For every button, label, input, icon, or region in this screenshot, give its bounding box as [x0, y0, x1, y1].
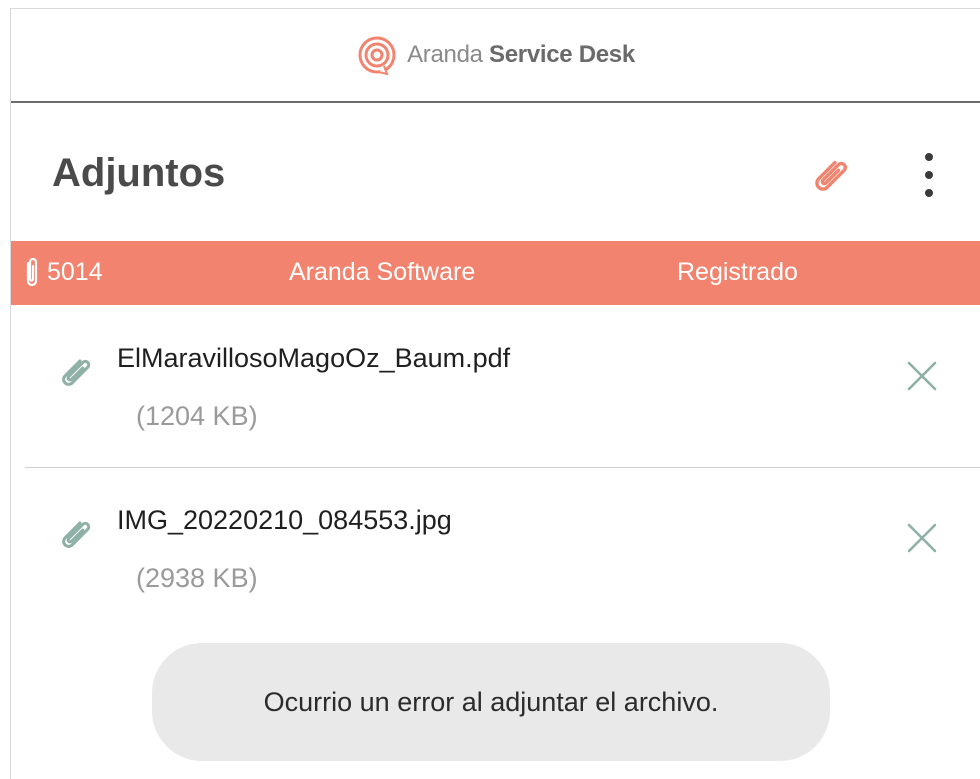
paperclip-small-icon — [26, 257, 38, 287]
title-bar: Adjuntos — [11, 103, 980, 241]
case-summary-bar: 5014 Aranda Software Registrado — [11, 241, 980, 305]
brand-name-light: Aranda — [407, 41, 490, 68]
attachment-list: ElMaravillosoMagoOz_Baum.pdf (1204 KB) I… — [11, 305, 980, 627]
paperclip-icon — [62, 521, 91, 548]
toast-message: Ocurrio un error al adjuntar el archivo. — [263, 686, 719, 717]
case-status: Registrado — [677, 258, 798, 286]
app-header: Aranda Service Desk — [11, 9, 980, 103]
paperclip-icon — [62, 359, 91, 386]
attachment-size: (2938 KB) — [136, 563, 258, 593]
attachment-name: IMG_20220210_084553.jpg — [117, 505, 452, 535]
attachment-item[interactable]: ElMaravillosoMagoOz_Baum.pdf (1204 KB) — [11, 305, 980, 468]
paperclip-icon[interactable] — [807, 153, 853, 199]
aranda-logo-icon — [358, 36, 396, 75]
more-dot — [925, 189, 933, 197]
attachment-item[interactable]: IMG_20220210_084553.jpg (2938 KB) — [11, 467, 980, 627]
error-toast: Ocurrio un error al adjuntar el archivo. — [152, 643, 830, 761]
close-icon[interactable] — [905, 359, 939, 393]
more-vertical-icon[interactable] — [917, 147, 941, 203]
brand-name: Aranda Service Desk — [407, 41, 635, 69]
close-icon[interactable] — [905, 521, 939, 555]
attachment-name: ElMaravillosoMagoOz_Baum.pdf — [117, 343, 511, 373]
case-company: Aranda Software — [289, 258, 476, 286]
page-title: Adjuntos — [52, 151, 226, 195]
brand-name-bold: Service Desk — [489, 41, 635, 68]
more-dot — [925, 153, 933, 161]
case-id: 5014 — [47, 258, 103, 286]
attachment-size: (1204 KB) — [136, 401, 258, 431]
more-dot — [925, 171, 933, 179]
